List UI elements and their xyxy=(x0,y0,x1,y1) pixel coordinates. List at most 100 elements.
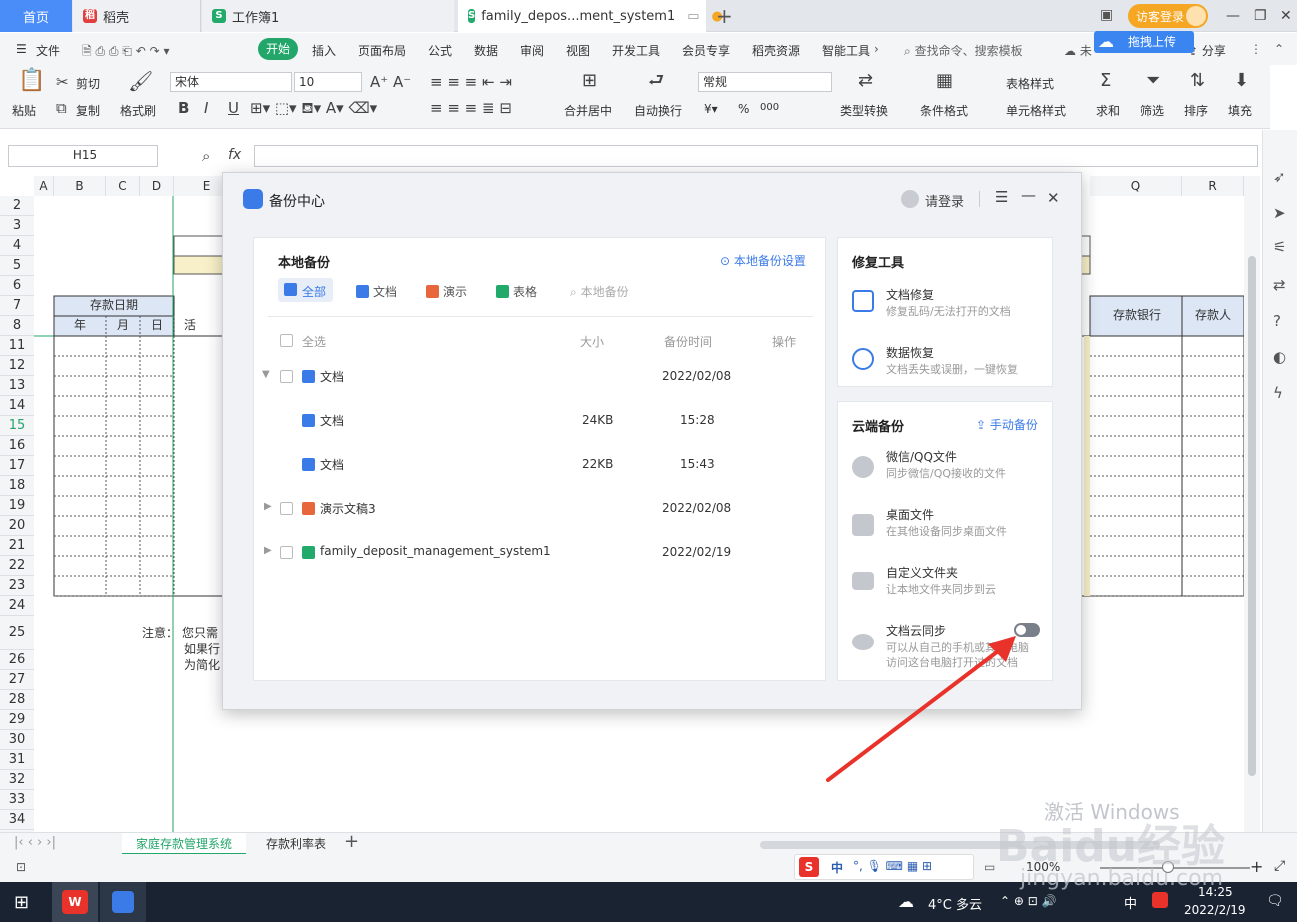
row-header[interactable]: 22 xyxy=(0,556,34,576)
menu-formula[interactable]: 公式 xyxy=(428,42,452,59)
tab-workbook1[interactable]: S 工作簿1 xyxy=(202,0,454,32)
minimize-icon[interactable]: — xyxy=(1226,8,1240,24)
row-checkbox[interactable] xyxy=(280,370,293,383)
row-header[interactable]: 19 xyxy=(0,496,34,516)
ime-toolbar[interactable]: S 中 °, 🎙 ⌨ ▦ ⊞ xyxy=(794,854,974,880)
row-header[interactable]: 20 xyxy=(0,516,34,536)
dialog-close-icon[interactable]: ✕ xyxy=(1047,189,1060,207)
scroll-thumb[interactable] xyxy=(1248,256,1256,776)
help-icon[interactable]: ? xyxy=(1273,312,1281,330)
sheet-tab-rates[interactable]: 存款利率表 xyxy=(252,833,340,855)
hamburger-icon[interactable]: ☰ xyxy=(16,42,27,56)
more-menu-icon[interactable]: › xyxy=(874,42,879,56)
row-header[interactable]: 6 xyxy=(0,276,34,296)
add-sheet-icon[interactable]: + xyxy=(344,831,359,852)
paste-button[interactable]: 粘贴 xyxy=(12,102,36,119)
row-header[interactable]: 15 xyxy=(0,416,34,436)
backup-taskbar-app[interactable] xyxy=(100,882,146,922)
row-header[interactable]: 8 xyxy=(0,316,34,336)
align-top-icons[interactable]: ≡ ≡ ≡ ⇤ ⇥ xyxy=(430,74,512,90)
row-header[interactable]: 24 xyxy=(0,596,34,616)
dialog-login-link[interactable]: 请登录 xyxy=(925,191,964,210)
row-header[interactable]: 18 xyxy=(0,476,34,496)
menu-file[interactable]: 文件 xyxy=(36,42,60,59)
manual-backup-link[interactable]: ⇪ 手动备份 xyxy=(976,416,1038,433)
weather-text[interactable]: 4°C 多云 xyxy=(928,894,982,913)
percent-button[interactable]: % xyxy=(738,102,749,116)
wrap-text-button[interactable]: 自动换行 xyxy=(634,102,682,119)
lightning-icon[interactable]: ϟ xyxy=(1273,384,1283,402)
merge-center-button[interactable]: 合并居中 xyxy=(564,102,612,119)
fx-icon[interactable]: fx xyxy=(228,147,241,163)
row-header[interactable]: 5 xyxy=(0,256,34,276)
row-header[interactable]: 3 xyxy=(0,216,34,236)
sort-icon[interactable]: ⇅ xyxy=(1190,72,1205,90)
row-header[interactable]: 23 xyxy=(0,576,34,596)
zoom-formula-icon[interactable]: ⌕ xyxy=(202,148,210,164)
grow-font-icon[interactable]: A⁺ A⁻ xyxy=(370,74,411,90)
menu-data[interactable]: 数据 xyxy=(474,42,498,59)
visitor-login-button[interactable]: 访客登录 xyxy=(1128,4,1208,28)
search-command[interactable]: ⌕ 查找命令、搜索模板 xyxy=(904,42,1023,59)
sogou-tray-icon[interactable] xyxy=(1152,892,1168,908)
rocket-icon[interactable]: ➶ xyxy=(1273,168,1286,186)
quick-access-icons[interactable]: 🗎 ⎙ ⎙ ⎗ ↶ ↷ ▾ xyxy=(82,42,169,63)
row-header[interactable]: 11 xyxy=(0,336,34,356)
format-painter-button[interactable]: 格式刷 xyxy=(120,102,156,119)
cut-button[interactable]: 剪切 xyxy=(76,75,100,92)
filter-button[interactable]: 筛选 xyxy=(1140,102,1164,119)
row-header[interactable]: 32 xyxy=(0,770,34,790)
bold-button[interactable]: B xyxy=(178,100,189,116)
row-header[interactable]: 14 xyxy=(0,396,34,416)
dialog-minimize-icon[interactable]: — xyxy=(1021,186,1036,204)
menu-member[interactable]: 会员专享 xyxy=(682,42,730,59)
row-header[interactable]: 30 xyxy=(0,730,34,750)
column-header[interactable]: Q xyxy=(1090,176,1182,196)
conditional-format-icon[interactable]: ▦ xyxy=(936,72,953,90)
font-size-select[interactable]: 10 xyxy=(294,72,362,92)
row-header[interactable]: 17 xyxy=(0,456,34,476)
sheet-tab-active[interactable]: 家庭存款管理系统 xyxy=(122,833,246,855)
row-header[interactable]: 25 xyxy=(0,616,34,650)
more-icon[interactable]: ⋮ xyxy=(1250,42,1262,56)
row-header[interactable]: 28 xyxy=(0,690,34,710)
scissors-icon[interactable]: ✂ xyxy=(56,74,69,90)
row-header[interactable]: 7 xyxy=(0,296,34,316)
filter-icon[interactable]: ⏷ xyxy=(1146,72,1160,90)
wps-taskbar-app[interactable]: W xyxy=(52,882,98,922)
row-header[interactable]: 2 xyxy=(0,196,34,216)
screen-icon[interactable]: ▭ xyxy=(687,9,699,24)
row-header[interactable]: 27 xyxy=(0,670,34,690)
fill-button[interactable]: 填充 xyxy=(1228,102,1252,119)
filter-sheet[interactable]: 表格 xyxy=(496,283,537,300)
type-convert-button[interactable]: 类型转换 xyxy=(840,102,888,119)
menu-review[interactable]: 审阅 xyxy=(520,42,544,59)
number-format-select[interactable]: 常规 xyxy=(698,72,832,92)
collapse-icon[interactable]: ▼ xyxy=(262,369,270,380)
cloud-status[interactable]: ☁ 未 xyxy=(1064,42,1092,59)
convert-icon[interactable]: ⇄ xyxy=(858,72,873,90)
row-checkbox[interactable] xyxy=(280,502,293,515)
tab-docer[interactable]: 稻稻壳 xyxy=(73,0,201,32)
copy-icon[interactable]: ⧉ xyxy=(56,100,67,116)
menu-dev-tools[interactable]: 开发工具 xyxy=(612,42,660,59)
menu-page-layout[interactable]: 页面布局 xyxy=(358,42,406,59)
format-painter-icon[interactable]: 🖌 xyxy=(128,71,153,91)
drag-upload-button[interactable]: ☁ 拖拽上传 xyxy=(1094,31,1194,53)
local-backup-search[interactable]: ⌕ 本地备份 xyxy=(570,283,629,300)
zoom-in-icon[interactable]: + xyxy=(1250,857,1263,876)
wrap-icon[interactable]: ⮐ xyxy=(648,72,664,90)
row-header[interactable]: 21 xyxy=(0,536,34,556)
new-tab-icon[interactable]: + xyxy=(716,4,733,28)
clock-date[interactable]: 2022/2/19 xyxy=(1184,903,1246,917)
close-window-icon[interactable]: ✕ xyxy=(1280,8,1292,24)
underline-button[interactable]: U xyxy=(228,100,239,116)
layout-icon[interactable]: ▣ xyxy=(1100,7,1113,23)
row-header[interactable]: 31 xyxy=(0,750,34,770)
palette-icon[interactable]: ◐ xyxy=(1273,348,1286,366)
sheet-nav-icons[interactable]: |‹ ‹ › ›| xyxy=(14,835,56,850)
table-style-button[interactable]: 表格样式 xyxy=(1006,75,1054,92)
filter-ppt[interactable]: 演示 xyxy=(426,283,467,300)
column-header[interactable]: B xyxy=(54,176,106,196)
input-language[interactable]: 中 xyxy=(1124,893,1137,912)
